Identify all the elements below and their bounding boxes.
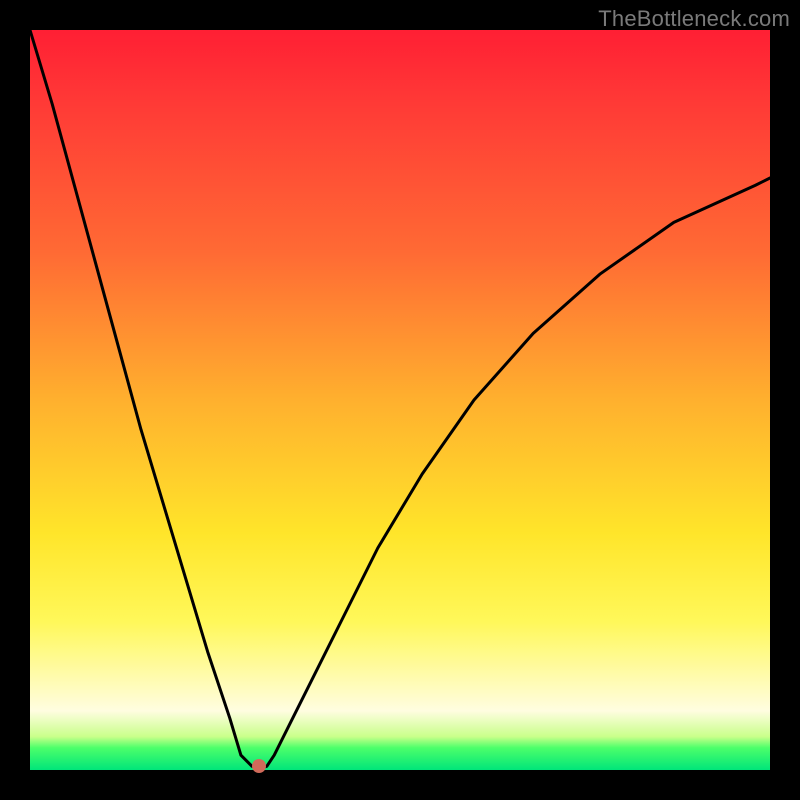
plot-area	[30, 30, 770, 770]
bottleneck-curve	[30, 30, 770, 770]
watermark-text: TheBottleneck.com	[598, 6, 790, 32]
chart-frame: TheBottleneck.com	[0, 0, 800, 800]
optimal-point-marker	[252, 759, 266, 773]
